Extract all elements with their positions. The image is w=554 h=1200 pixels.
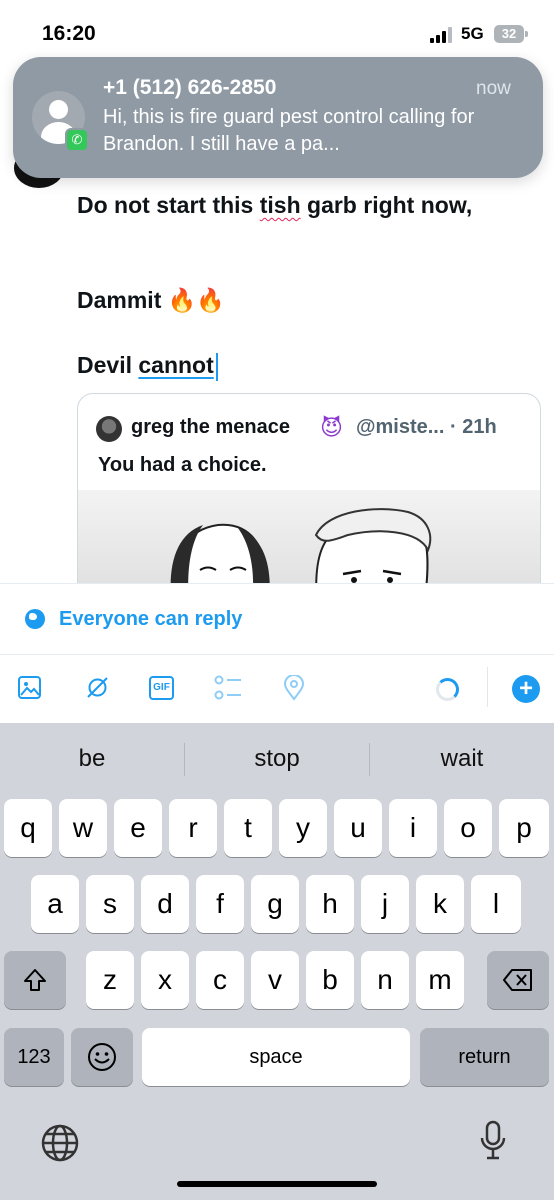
notification-time: now bbox=[476, 78, 511, 99]
key-a[interactable]: a bbox=[31, 875, 79, 933]
key-u[interactable]: u bbox=[334, 799, 382, 857]
add-post-button[interactable]: + bbox=[512, 675, 540, 703]
location-icon[interactable] bbox=[283, 675, 305, 701]
backspace-icon bbox=[503, 969, 532, 991]
key-p[interactable]: p bbox=[499, 799, 549, 857]
return-key[interactable]: return bbox=[420, 1028, 549, 1086]
misspelled-word[interactable]: tish bbox=[260, 192, 301, 218]
delete-key[interactable] bbox=[487, 951, 549, 1009]
quoted-author-name: greg the menace bbox=[131, 416, 290, 438]
key-s[interactable]: s bbox=[86, 875, 134, 933]
key-r[interactable]: r bbox=[169, 799, 217, 857]
suggestion-item[interactable]: stop bbox=[185, 745, 369, 773]
call-notification-banner[interactable]: ✆ +1 (512) 626-2850 now Hi, this is fire… bbox=[13, 57, 543, 178]
composer-line-2[interactable]: Dammit 🔥🔥 bbox=[77, 285, 497, 315]
key-i[interactable]: i bbox=[389, 799, 437, 857]
key-b[interactable]: b bbox=[306, 951, 354, 1009]
suggestion-bar: be stop wait bbox=[0, 723, 554, 795]
quoted-tweet-card[interactable]: greg the menace 😈 @miste... · 21h You ha… bbox=[77, 393, 541, 613]
keyboard: be stop wait q w e r t y u i o p a s d f… bbox=[0, 723, 554, 1200]
key-n[interactable]: n bbox=[361, 951, 409, 1009]
status-bar: 16:20 5G 32 bbox=[0, 0, 554, 60]
key-t[interactable]: t bbox=[224, 799, 272, 857]
devil-emoji: 😈 bbox=[320, 415, 343, 440]
key-o[interactable]: o bbox=[444, 799, 492, 857]
key-f[interactable]: f bbox=[196, 875, 244, 933]
globe-keyboard-icon[interactable] bbox=[40, 1123, 80, 1163]
suggestion-item[interactable]: wait bbox=[370, 745, 554, 773]
composer-text: Do not start this bbox=[77, 192, 260, 218]
key-w[interactable]: w bbox=[59, 799, 107, 857]
notification-body: Hi, this is fire guard pest control call… bbox=[103, 106, 475, 155]
shift-key[interactable] bbox=[4, 951, 66, 1009]
battery-icon: 32 bbox=[494, 25, 524, 43]
key-j[interactable]: j bbox=[361, 875, 409, 933]
emoji-icon bbox=[88, 1043, 116, 1071]
key-m[interactable]: m bbox=[416, 951, 464, 1009]
space-key[interactable]: space bbox=[142, 1028, 410, 1086]
key-x[interactable]: x bbox=[141, 951, 189, 1009]
grok-icon[interactable] bbox=[85, 675, 110, 700]
toolbar-divider bbox=[487, 667, 488, 707]
key-z[interactable]: z bbox=[86, 951, 134, 1009]
quoted-author-avatar bbox=[96, 416, 122, 442]
emoji-key[interactable] bbox=[71, 1028, 133, 1086]
globe-icon bbox=[25, 609, 45, 629]
suggestion-item[interactable]: be bbox=[0, 745, 184, 773]
network-type: 5G bbox=[461, 24, 484, 43]
character-count-ring bbox=[436, 678, 459, 701]
quoted-tweet-text: You had a choice. bbox=[98, 454, 267, 476]
key-l[interactable]: l bbox=[471, 875, 521, 933]
home-indicator bbox=[177, 1181, 377, 1187]
composer-text: Devil bbox=[77, 352, 139, 378]
battery-tip bbox=[525, 31, 528, 37]
key-h[interactable]: h bbox=[306, 875, 354, 933]
cellular-signal-icon bbox=[430, 27, 454, 43]
reply-setting-label: Everyone can reply bbox=[59, 608, 243, 630]
composer-line-1[interactable]: Do not start this tish garb right now, bbox=[77, 190, 497, 220]
numbers-key[interactable]: 123 bbox=[4, 1028, 64, 1086]
key-g[interactable]: g bbox=[251, 875, 299, 933]
phone-icon: ✆ bbox=[65, 128, 89, 152]
key-k[interactable]: k bbox=[416, 875, 464, 933]
reply-setting-button[interactable]: Everyone can reply bbox=[0, 584, 554, 654]
key-y[interactable]: y bbox=[279, 799, 327, 857]
notification-title: +1 (512) 626-2850 bbox=[103, 76, 277, 99]
quoted-author-handle: @miste... · 21h bbox=[356, 416, 497, 438]
key-d[interactable]: d bbox=[141, 875, 189, 933]
key-e[interactable]: e bbox=[114, 799, 162, 857]
composer-text: garb right now, bbox=[300, 192, 473, 218]
microphone-icon[interactable] bbox=[478, 1120, 508, 1164]
key-q[interactable]: q bbox=[4, 799, 52, 857]
shift-icon bbox=[24, 969, 46, 991]
composer-line-3[interactable]: Devil cannot bbox=[77, 350, 497, 381]
status-time: 16:20 bbox=[42, 22, 96, 45]
text-cursor bbox=[215, 352, 218, 381]
autocorrected-word[interactable]: cannot bbox=[138, 352, 213, 378]
poll-icon[interactable] bbox=[214, 675, 242, 701]
gif-button[interactable]: GIF bbox=[149, 676, 174, 700]
image-icon[interactable] bbox=[17, 675, 42, 700]
key-c[interactable]: c bbox=[196, 951, 244, 1009]
key-v[interactable]: v bbox=[251, 951, 299, 1009]
composer-toolbar: GIF bbox=[0, 655, 554, 723]
